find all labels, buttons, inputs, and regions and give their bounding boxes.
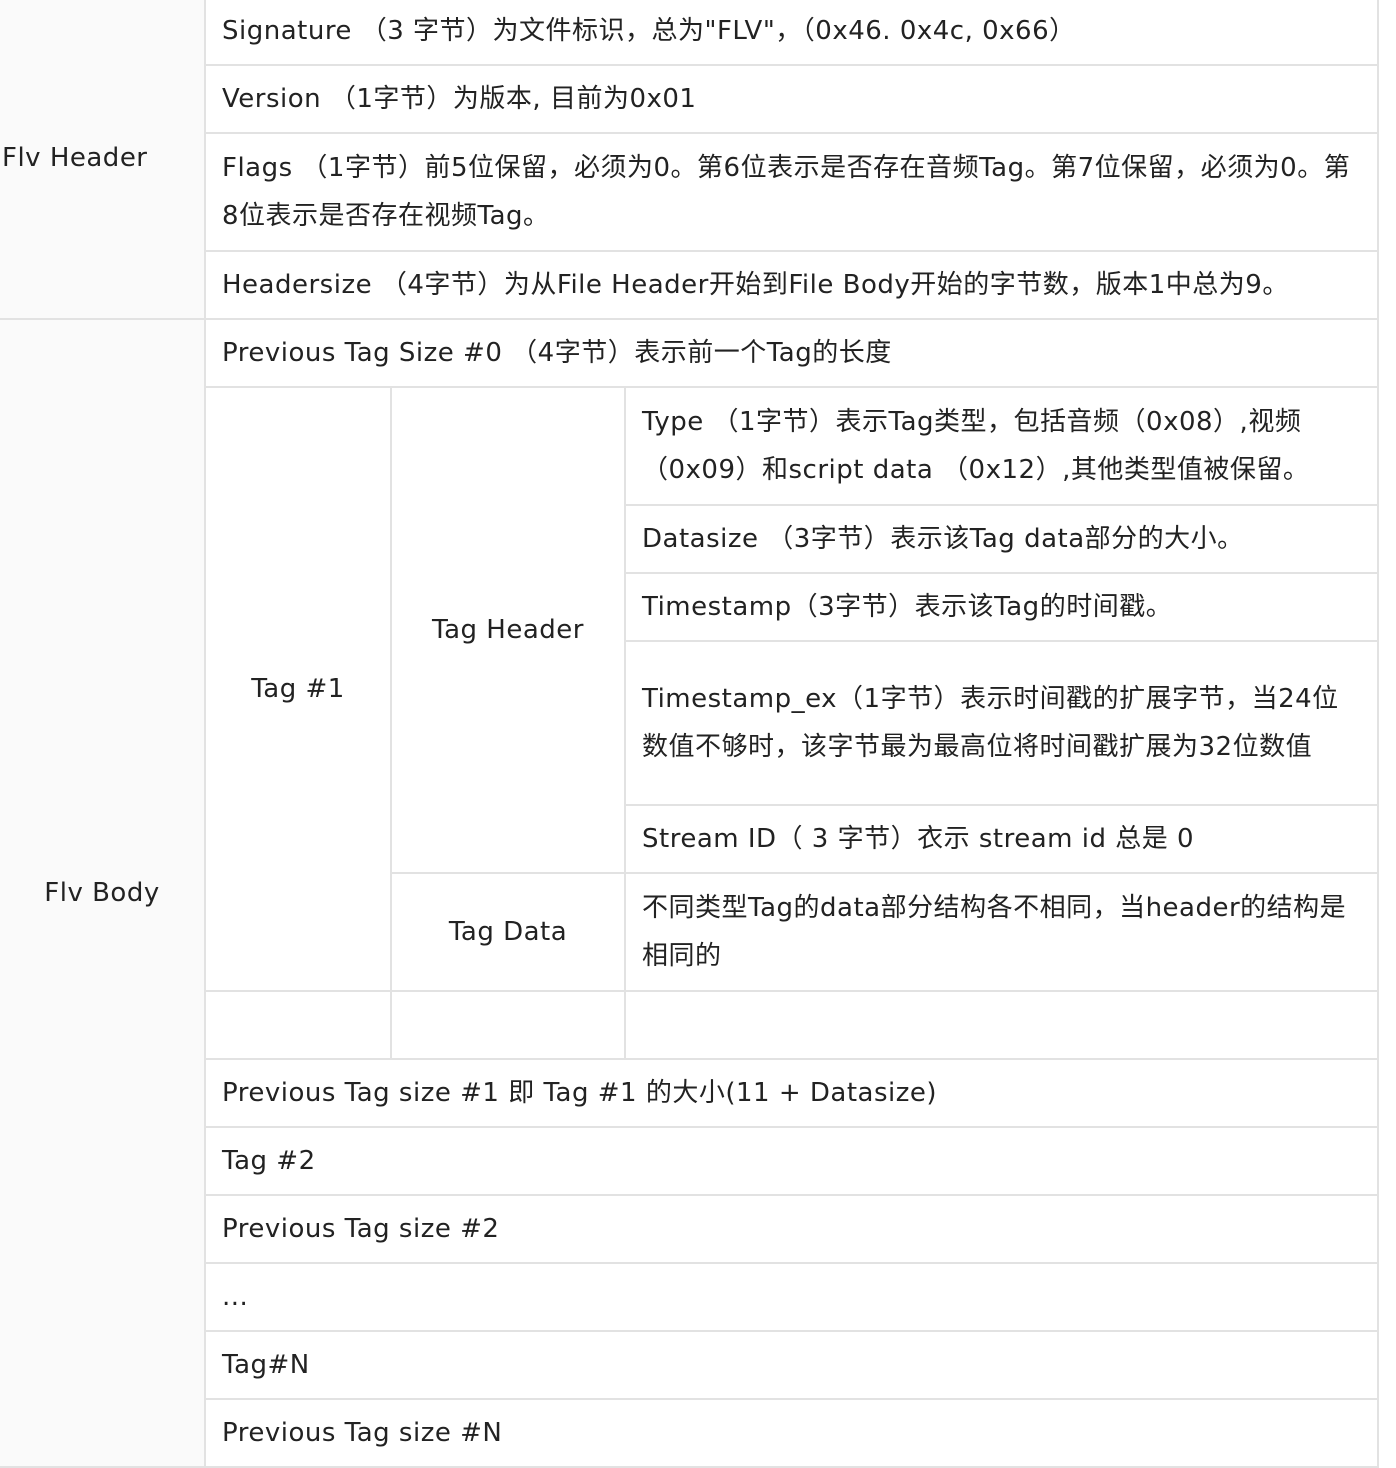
- previous-tag-size-2-cell: Previous Tag size #2: [203, 1194, 1380, 1264]
- timestamp-cell: Timestamp（3字节）表示该Tag的时间戳。: [623, 572, 1380, 642]
- datasize-cell: Datasize （3字节）表示该Tag data部分的大小。: [623, 504, 1380, 574]
- previous-tag-size-0-cell: Previous Tag Size #0 （4字节）表示前一个Tag的长度: [203, 318, 1380, 388]
- previous-tag-size-1-cell: Previous Tag size #1 即 Tag #1 的大小(11 + D…: [203, 1058, 1380, 1128]
- version-cell: Version （1字节）为版本, 目前为0x01: [203, 64, 1380, 134]
- flags-cell: Flags （1字节）前5位保留，必须为0。第6位表示是否存在音频Tag。第7位…: [203, 132, 1380, 252]
- timestamp-ex-cell: Timestamp_ex（1字节）表示时间戳的扩展字节，当24位数值不够时，该字…: [623, 640, 1380, 806]
- empty-cell: [623, 990, 1380, 1060]
- tag-data-label: Tag Data: [390, 872, 626, 992]
- tag-data-cell: 不同类型Tag的data部分结构各不相同，当header的结构是相同的: [623, 872, 1380, 992]
- type-cell: Type （1字节）表示Tag类型，包括音频（0x08）,视频（0x09）和sc…: [623, 386, 1380, 506]
- flv-body-label: Flv Body: [0, 318, 206, 1468]
- tag-header-label: Tag Header: [390, 386, 626, 874]
- empty-cell: [390, 990, 626, 1060]
- ellipsis-cell: ...: [203, 1262, 1380, 1332]
- empty-cell: [204, 990, 392, 1060]
- tagn-cell: Tag#N: [203, 1330, 1380, 1400]
- signature-cell: Signature （3 字节）为文件标识，总为"FLV"，（0x46. 0x4…: [203, 0, 1380, 66]
- flv-format-table: Flv Header Signature （3 字节）为文件标识，总为"FLV"…: [0, 0, 1380, 1468]
- flv-header-label: Flv Header: [0, 0, 206, 320]
- previous-tag-size-n-cell: Previous Tag size #N: [203, 1398, 1380, 1468]
- tag2-cell: Tag #2: [203, 1126, 1380, 1196]
- headersize-cell: Headersize （4字节）为从File Header开始到File Bod…: [203, 250, 1380, 320]
- stream-id-cell: Stream ID（ 3 字节）衣示 stream id 总是 0: [623, 804, 1380, 874]
- tag1-label: Tag #1: [204, 386, 392, 992]
